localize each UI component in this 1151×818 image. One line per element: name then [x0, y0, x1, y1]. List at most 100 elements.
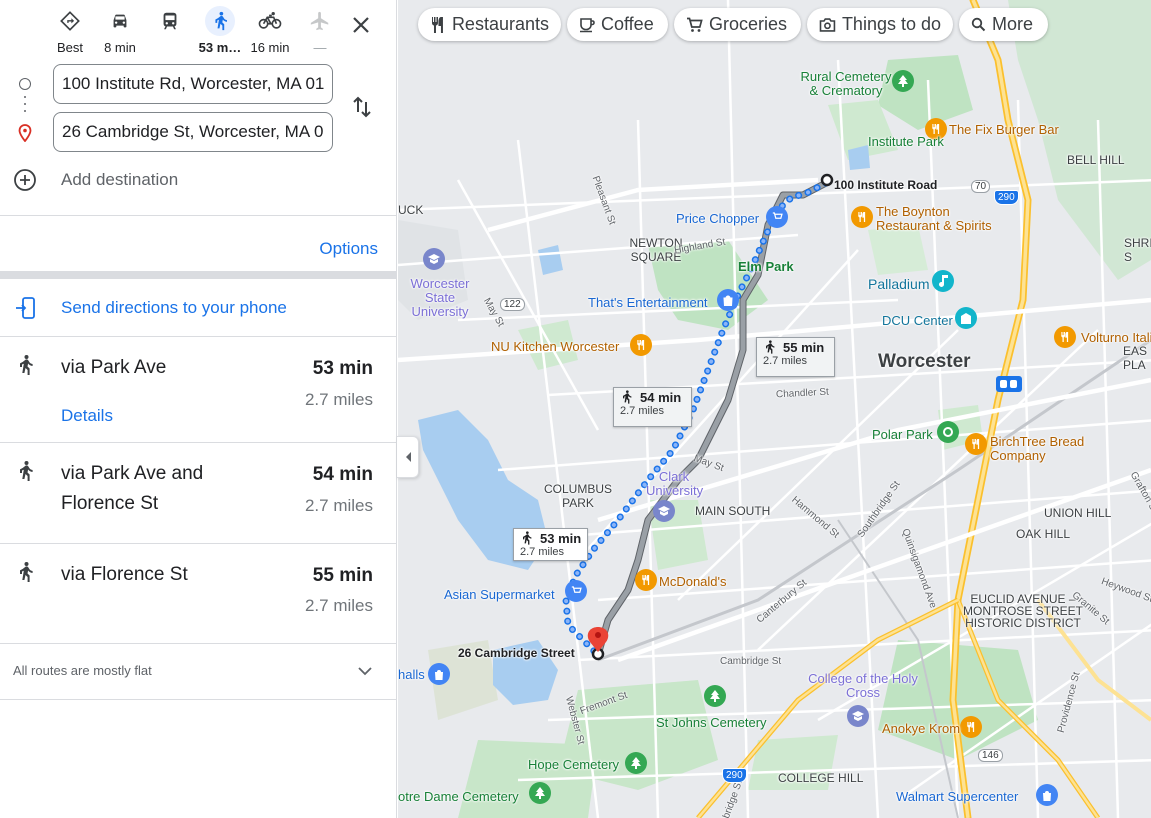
route-label-54min[interactable]: 54 min 2.7 miles	[613, 387, 692, 427]
cemetery-marker-icon[interactable]	[704, 685, 726, 707]
mode-bike-label: 16 min	[250, 40, 290, 55]
route-name: via Park Ave	[61, 357, 167, 378]
route-name: via Florence St	[61, 564, 188, 585]
divider	[0, 699, 397, 700]
walk-icon	[17, 459, 35, 488]
route-label-55min[interactable]: 55 min 2.7 miles	[756, 337, 835, 377]
mode-transit-button[interactable]	[145, 4, 195, 56]
shopping-bag-marker-icon[interactable]	[717, 289, 739, 311]
cemetery-marker-icon[interactable]	[529, 782, 551, 804]
mode-flight-label: —	[313, 40, 327, 55]
route-time: 55 min	[312, 565, 373, 586]
route-name: via Park Ave and Florence St	[61, 463, 204, 514]
divider	[0, 215, 397, 216]
walk-icon	[523, 531, 532, 545]
route-option-2[interactable]: via Park Ave and Florence St 54 min 2.7 …	[0, 443, 397, 543]
map-canvas[interactable]: Restaurants Coffee Groceries Things to d…	[398, 0, 1151, 818]
close-icon	[353, 17, 369, 33]
chevron-down-icon	[358, 667, 372, 676]
origin-input[interactable]	[53, 64, 333, 104]
plus-circle-icon	[13, 168, 37, 197]
coffee-icon	[580, 17, 595, 32]
chevron-left-icon	[405, 452, 411, 462]
route-details-link[interactable]: Details	[61, 406, 113, 426]
swap-locations-button[interactable]	[350, 94, 374, 120]
university-marker-icon[interactable]	[847, 705, 869, 727]
route-option-3[interactable]: via Florence St 55 min 2.7 miles	[0, 544, 397, 643]
shopping-marker-icon[interactable]	[565, 580, 587, 602]
divider	[0, 643, 397, 644]
restaurant-marker-icon[interactable]	[851, 206, 873, 228]
shopping-bag-marker-icon[interactable]	[1036, 784, 1058, 806]
add-destination-button[interactable]: Add destination	[0, 162, 397, 198]
groceries-chip[interactable]: Groceries	[674, 8, 801, 41]
expand-terrain-button[interactable]	[357, 664, 373, 683]
route-label-distance: 2.7 miles	[620, 405, 665, 417]
stadium-marker-icon[interactable]	[937, 421, 959, 443]
send-to-phone-button[interactable]: Send directions to your phone	[0, 288, 397, 330]
more-chip-label: More	[992, 14, 1034, 34]
airplane-icon	[305, 6, 335, 36]
venue-marker-icon[interactable]	[955, 307, 977, 329]
cemetery-marker-icon[interactable]	[892, 70, 914, 92]
mode-flight-button[interactable]: —	[295, 4, 345, 56]
fork-knife-icon	[431, 16, 443, 33]
cemetery-marker-icon[interactable]	[625, 752, 647, 774]
restaurant-marker-icon[interactable]	[925, 118, 947, 140]
send-to-phone-label: Send directions to your phone	[61, 298, 287, 317]
close-directions-button[interactable]	[346, 10, 376, 40]
route-time: 53 min	[312, 358, 373, 379]
search-icon	[971, 17, 986, 32]
options-button[interactable]: Options	[319, 239, 378, 259]
collapse-panel-button[interactable]	[397, 436, 419, 478]
mode-walk-button[interactable]: 53 m…	[195, 4, 245, 56]
things-to-do-chip[interactable]: Things to do	[807, 8, 953, 41]
cart-icon	[687, 17, 703, 32]
route-label-distance: 2.7 miles	[763, 355, 808, 367]
bike-icon	[255, 6, 285, 36]
walk-icon	[623, 390, 632, 404]
car-icon	[105, 6, 135, 36]
school-marker-icon[interactable]	[423, 248, 445, 270]
add-destination-label: Add destination	[61, 170, 179, 189]
mode-drive-label: 8 min	[104, 40, 136, 55]
coffee-chip[interactable]: Coffee	[567, 8, 668, 41]
destination-input[interactable]	[53, 112, 333, 152]
restaurant-marker-icon[interactable]	[960, 716, 982, 738]
mode-best-button[interactable]: Best	[45, 4, 95, 56]
send-to-phone-icon	[14, 296, 38, 325]
shopping-bag-marker-icon[interactable]	[428, 663, 450, 685]
things-to-do-chip-label: Things to do	[841, 14, 941, 34]
restaurants-chip[interactable]: Restaurants	[418, 8, 561, 41]
mode-best-label: Best	[56, 40, 83, 55]
transit-station-icon[interactable]	[996, 376, 1022, 392]
route-label-53min[interactable]: 53 min 2.7 miles	[513, 528, 589, 561]
cafe-marker-icon[interactable]	[965, 433, 987, 455]
mode-bike-button[interactable]: 16 min	[245, 4, 295, 56]
restaurants-chip-label: Restaurants	[451, 14, 549, 34]
route-distance: 2.7 miles	[304, 496, 373, 515]
walk-icon	[17, 560, 35, 589]
route-label-time: 53 min	[540, 531, 582, 546]
section-divider	[0, 271, 397, 279]
university-marker-icon[interactable]	[653, 500, 675, 522]
route-label-time: 55 min	[783, 340, 825, 355]
mode-drive-button[interactable]: 8 min	[95, 4, 145, 56]
shopping-marker-icon[interactable]	[766, 206, 788, 228]
route-distance: 2.7 miles	[304, 596, 373, 615]
coffee-chip-label: Coffee	[601, 14, 654, 34]
more-chip[interactable]: More	[959, 8, 1048, 41]
swap-arrows-icon	[353, 96, 371, 118]
route-label-time: 54 min	[640, 390, 682, 405]
restaurant-marker-icon[interactable]	[630, 334, 652, 356]
restaurant-marker-icon[interactable]	[635, 569, 657, 591]
terrain-note: All routes are mostly flat	[13, 663, 152, 678]
route-option-1[interactable]: via Park Ave 53 min 2.7 miles Details	[0, 337, 397, 442]
route-label-distance: 2.7 miles	[520, 546, 565, 558]
route-time: 54 min	[312, 464, 373, 485]
route-lines	[562, 173, 834, 661]
music-venue-marker-icon[interactable]	[932, 270, 954, 292]
destination-pin-icon	[17, 124, 33, 147]
groceries-chip-label: Groceries	[709, 14, 788, 34]
restaurant-marker-icon[interactable]	[1054, 326, 1076, 348]
